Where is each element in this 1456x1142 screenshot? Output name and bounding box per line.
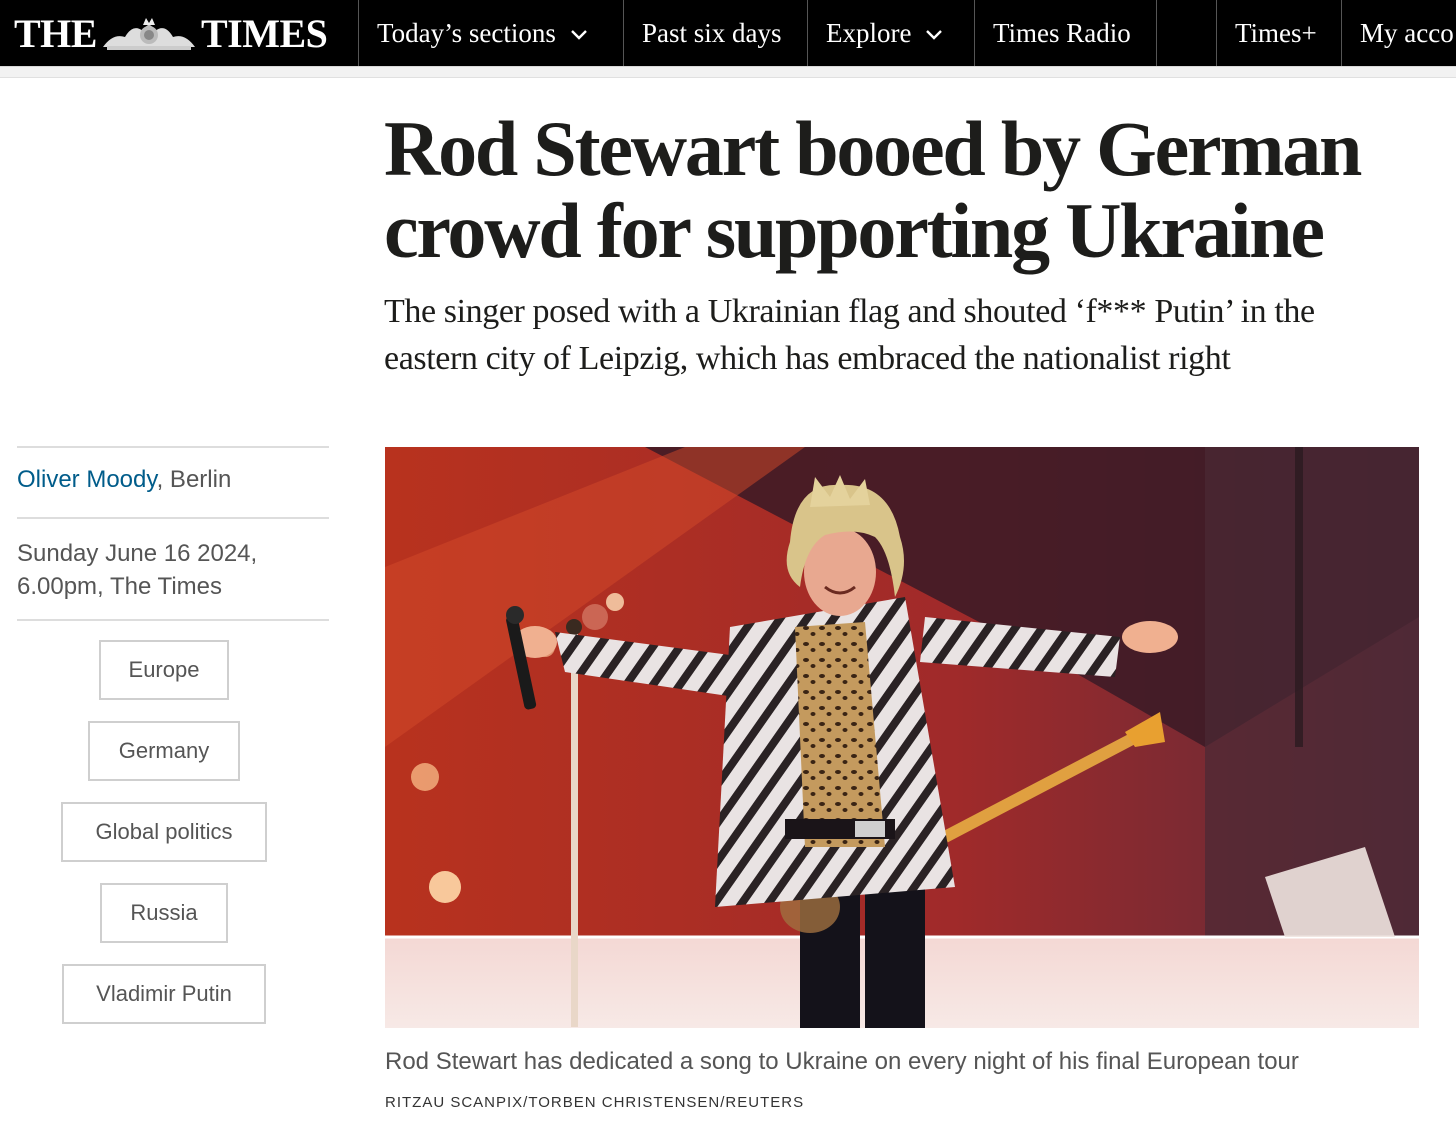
nav-explore[interactable]: Explore bbox=[807, 0, 975, 66]
divider bbox=[17, 446, 329, 448]
tag-europe[interactable]: Europe bbox=[99, 640, 229, 700]
chevron-down-icon bbox=[570, 30, 587, 40]
tag-russia[interactable]: Russia bbox=[100, 883, 228, 943]
author-link[interactable]: Oliver Moody bbox=[17, 466, 157, 493]
nav-todays-sections[interactable]: Today’s sections bbox=[358, 0, 624, 66]
nav-label: Times Radio bbox=[993, 17, 1131, 48]
byline-location: , Berlin bbox=[156, 466, 232, 493]
byline: Oliver Moody, Berlin bbox=[17, 466, 231, 494]
divider bbox=[17, 517, 329, 519]
royal-crest-icon bbox=[99, 13, 199, 53]
chevron-down-icon bbox=[926, 30, 943, 40]
nav-label: Times+ bbox=[1235, 17, 1317, 48]
date-line-1: Sunday June 16 2024, bbox=[17, 540, 258, 567]
nav-label: My acco bbox=[1360, 17, 1454, 48]
article-headline: Rod Stewart booed by German crowd for su… bbox=[384, 105, 1362, 274]
article-hero-photo[interactable] bbox=[385, 447, 1419, 1028]
logo-times-text: TIMES bbox=[200, 10, 328, 56]
nav-past-six-days[interactable]: Past six days bbox=[623, 0, 808, 66]
tag-germany[interactable]: Germany bbox=[88, 721, 240, 781]
tag-global-politics[interactable]: Global politics bbox=[61, 802, 267, 862]
article-standfirst: The singer posed with a Ukrainian flag a… bbox=[384, 293, 1315, 377]
date-line-2: 6.00pm, The Times bbox=[17, 573, 222, 600]
publish-date: Sunday June 16 2024, 6.00pm, The Times bbox=[17, 537, 257, 603]
divider bbox=[17, 619, 329, 621]
nav-label: Explore bbox=[826, 17, 912, 48]
nav-times-radio[interactable]: Times Radio bbox=[974, 0, 1157, 66]
photo-credit: RITZAU SCANPIX/TORBEN CHRISTENSEN/REUTER… bbox=[385, 1094, 805, 1111]
photo-caption: Rod Stewart has dedicated a song to Ukra… bbox=[385, 1048, 1299, 1075]
nav-label: Past six days bbox=[642, 17, 782, 48]
nav-times-plus[interactable]: Times+ bbox=[1216, 0, 1342, 66]
tag-vladimir-putin[interactable]: Vladimir Putin bbox=[62, 964, 266, 1024]
nav-my-account[interactable]: My acco bbox=[1341, 0, 1456, 66]
top-navigation-bar: THE TIMES Today’s sections Past six days… bbox=[0, 0, 1456, 66]
nav-label: Today’s sections bbox=[377, 17, 556, 48]
logo-the-text: THE bbox=[14, 10, 97, 56]
the-times-logo[interactable]: THE TIMES bbox=[14, 8, 328, 58]
header-strip bbox=[0, 67, 1456, 78]
